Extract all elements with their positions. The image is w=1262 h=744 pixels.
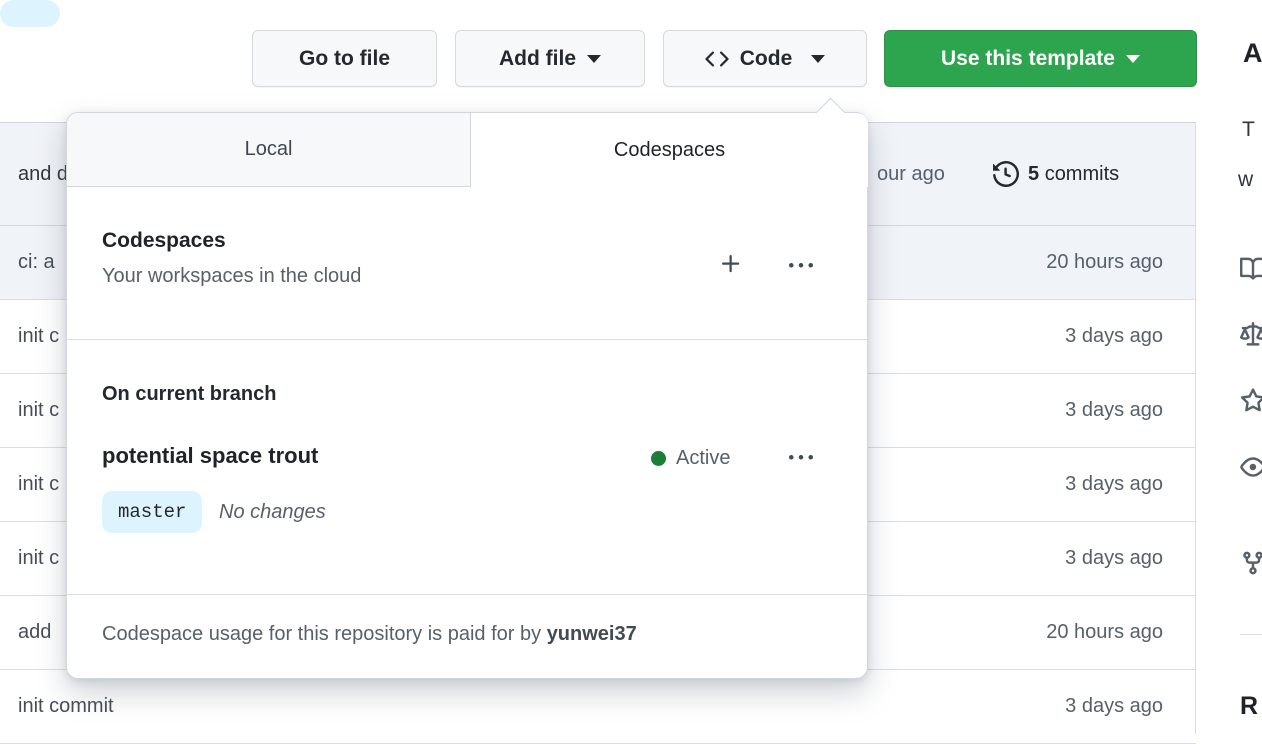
book-icon: [1240, 257, 1262, 280]
codespaces-subtitle: Your workspaces in the cloud: [102, 265, 362, 287]
code-button[interactable]: Code: [663, 30, 867, 87]
codespaces-title: Codespaces: [102, 229, 226, 252]
section-divider: [67, 594, 867, 595]
repo-forked-icon: [1243, 551, 1262, 575]
commit-time: 3 days ago: [1065, 473, 1163, 495]
chevron-down-icon: [587, 54, 601, 63]
code-label: Code: [739, 46, 793, 70]
commit-time: 20 hours ago: [1046, 621, 1163, 643]
commits-label: commits: [1044, 162, 1120, 185]
branch-badge: master: [102, 491, 203, 533]
repo-description-fragment: w: [1238, 168, 1254, 191]
go-to-file-button[interactable]: Go to file: [252, 30, 437, 87]
active-status-dot: [651, 451, 666, 466]
add-file-button[interactable]: Add file: [455, 30, 645, 87]
codespace-usage-note: Codespace usage for this repository is p…: [102, 623, 637, 646]
tab-local-label: Local: [244, 138, 293, 160]
law-icon: [1240, 322, 1262, 346]
star-icon: [1240, 388, 1262, 412]
codespaces-options-button[interactable]: [789, 254, 813, 278]
add-file-label: Add file: [499, 46, 576, 70]
chevron-down-icon: [1125, 54, 1140, 63]
usage-note-text: Codespace usage for this repository is p…: [102, 623, 542, 645]
commit-message-fragment: ci: a: [18, 251, 55, 273]
commit-history-link[interactable]: 5 commits: [993, 123, 1119, 225]
commit-message-fragment: init c: [18, 399, 60, 421]
kebab-horizontal-icon: [789, 263, 813, 268]
on-current-branch-heading: On current branch: [102, 383, 277, 405]
plus-icon: [722, 255, 740, 273]
commit-time: 3 days ago: [1065, 695, 1163, 717]
commits-count: 5: [1028, 162, 1040, 185]
tab-codespaces[interactable]: Codespaces: [471, 113, 868, 187]
commit-time: 3 days ago: [1065, 325, 1163, 347]
history-icon: [993, 161, 1019, 187]
file-row[interactable]: init commit 3 days ago: [0, 670, 1196, 744]
commit-message-fragment: init c: [18, 473, 60, 495]
commit-time: 3 days ago: [1065, 547, 1163, 569]
new-codespace-button[interactable]: [719, 252, 743, 276]
changes-status: No changes: [219, 501, 326, 523]
code-dropdown: Local Codespaces Codespaces Your workspa…: [66, 97, 868, 679]
latest-commit-time-fragment: our ago: [877, 162, 945, 185]
latest-commit-message-fragment: and d: [18, 162, 69, 185]
use-this-template-button[interactable]: Use this template: [884, 30, 1197, 87]
usage-note-owner: yunwei37: [546, 623, 637, 645]
commit-time: 20 hours ago: [1046, 251, 1163, 273]
use-this-template-label: Use this template: [941, 46, 1115, 70]
status-badge: Active: [676, 447, 731, 469]
codespace-options-button[interactable]: [789, 446, 813, 470]
codespace-name-link[interactable]: potential space trout: [102, 443, 318, 469]
chevron-down-icon: [811, 54, 826, 63]
topic-pill[interactable]: [0, 0, 60, 27]
commit-message-fragment: init commit: [18, 695, 114, 717]
tab-codespaces-label: Codespaces: [613, 138, 726, 161]
tab-local[interactable]: Local: [67, 113, 471, 187]
table-right-border: [1195, 122, 1196, 734]
sidebar-divider: [1240, 634, 1262, 635]
code-icon: [705, 50, 729, 67]
commit-time: 3 days ago: [1065, 399, 1163, 421]
about-heading-fragment: A: [1243, 38, 1262, 68]
go-to-file-label: Go to file: [299, 46, 390, 70]
commit-message-fragment: init c: [18, 325, 60, 347]
commit-message-fragment: add: [18, 621, 52, 643]
releases-heading-fragment: R: [1240, 692, 1259, 720]
repo-description-fragment: T: [1242, 118, 1255, 141]
commit-message-fragment: init c: [18, 547, 60, 569]
eye-icon: [1240, 457, 1262, 477]
kebab-horizontal-icon: [789, 455, 813, 460]
section-divider: [67, 339, 867, 340]
